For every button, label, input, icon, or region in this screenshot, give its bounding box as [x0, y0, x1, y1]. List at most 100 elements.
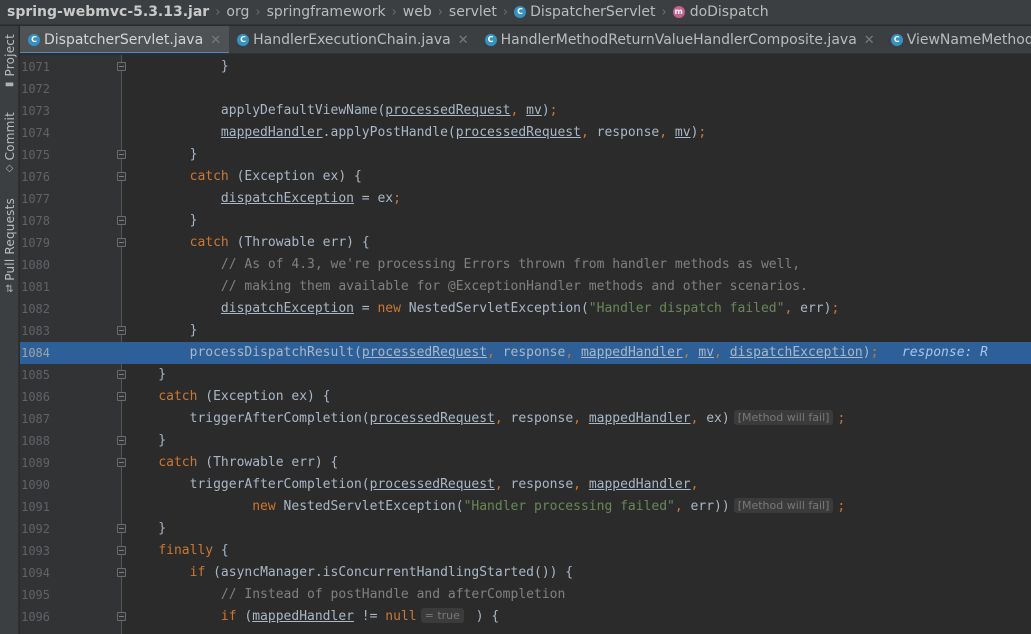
code-line[interactable]: 1080 // As of 4.3, we're processing Erro…: [20, 254, 1031, 276]
code-line[interactable]: 1096 if (mappedHandler != null = true ) {: [20, 606, 1031, 628]
line-number[interactable]: 1081: [20, 276, 50, 298]
fold-marker-icon[interactable]: [117, 326, 126, 335]
breadcrumb-package-servlet[interactable]: servlet: [449, 4, 497, 20]
line-number[interactable]: 1089: [20, 452, 50, 474]
breadcrumb-package-springframework[interactable]: springframework: [267, 4, 386, 20]
line-number[interactable]: 1083: [20, 320, 50, 342]
code-line[interactable]: 1093 finally {: [20, 540, 1031, 562]
breadcrumb-package-org[interactable]: org: [226, 4, 249, 20]
fold-marker-icon[interactable]: [117, 524, 126, 533]
line-number[interactable]: 1077: [20, 188, 50, 210]
line-number[interactable]: 1074: [20, 122, 50, 144]
code-line[interactable]: 1071 }: [20, 56, 1031, 78]
line-number[interactable]: 1091: [20, 496, 50, 518]
fold-marker-icon[interactable]: [117, 568, 126, 577]
code-line[interactable]: 1085 }: [20, 364, 1031, 386]
tab-viewnamemethodreturnvaluehandler[interactable]: C ViewNameMethodReturnValueHandler.java …: [883, 26, 1031, 53]
code-text: }: [127, 367, 167, 382]
code-line[interactable]: 1078 }: [20, 210, 1031, 232]
fold-marker-icon[interactable]: [117, 172, 126, 181]
fold-marker-icon[interactable]: [117, 458, 126, 467]
code-line[interactable]: 1079 catch (Throwable err) {: [20, 232, 1031, 254]
close-icon[interactable]: ✕: [458, 33, 469, 48]
fold-marker-icon[interactable]: [117, 436, 126, 445]
breadcrumb-separator-icon: ›: [437, 4, 443, 20]
breadcrumb-package-web[interactable]: web: [403, 4, 432, 20]
line-number[interactable]: 1085: [20, 364, 50, 386]
tab-dispatcherservlet[interactable]: C DispatcherServlet.java ✕: [20, 26, 230, 53]
line-number[interactable]: 1080: [20, 254, 50, 276]
line-number[interactable]: 1088: [20, 430, 50, 452]
breadcrumb-separator-icon: ›: [502, 4, 509, 20]
line-number[interactable]: 1073: [20, 100, 50, 122]
line-number[interactable]: 1075: [20, 144, 50, 166]
tab-label: DispatcherServlet.java: [44, 32, 204, 48]
left-tool-window-bar: Project ▬ Commit ◇ Pull Requests ⇅: [0, 26, 19, 634]
code-line[interactable]: 1088 }: [20, 430, 1031, 452]
pull-requests-tool-tab[interactable]: Pull Requests ⇅: [0, 198, 19, 295]
code-text: }: [127, 147, 198, 162]
code-line[interactable]: 1082 dispatchException = new NestedServl…: [20, 298, 1031, 320]
execution-line[interactable]: 1084 processDispatchResult(processedRequ…: [20, 342, 1031, 364]
code-line[interactable]: 1073 applyDefaultViewName(processedReque…: [20, 100, 1031, 122]
code-line[interactable]: 1092 }: [20, 518, 1031, 540]
tab-handlermethodreturnvaluehandlercomposite[interactable]: C HandlerMethodReturnValueHandlerComposi…: [477, 26, 883, 53]
fold-marker-icon[interactable]: [117, 238, 126, 247]
line-number[interactable]: 1071: [20, 56, 50, 78]
line-number[interactable]: 1092: [20, 518, 50, 540]
project-tool-tab[interactable]: Project ▬: [0, 34, 19, 90]
code-line[interactable]: 1090 triggerAfterCompletion(processedReq…: [20, 474, 1031, 496]
fold-marker-icon[interactable]: [117, 370, 126, 379]
breadcrumb-class-label: DispatcherServlet: [530, 4, 656, 20]
fold-marker-icon[interactable]: [117, 546, 126, 555]
commit-tool-tab[interactable]: Commit ◇: [0, 112, 19, 174]
breadcrumb-class[interactable]: C DispatcherServlet: [514, 4, 655, 20]
line-number[interactable]: 1087: [20, 408, 50, 430]
line-number[interactable]: 1096: [20, 606, 50, 628]
line-number[interactable]: 1095: [20, 584, 50, 606]
line-number[interactable]: 1094: [20, 562, 50, 584]
code-text: // Instead of postHandle and afterComple…: [220, 587, 566, 602]
code-text: processDispatchResult(processedRequest, …: [127, 345, 988, 360]
code-line[interactable]: 1083 }: [20, 320, 1031, 342]
close-icon[interactable]: ✕: [864, 33, 875, 48]
tab-handlerexecutionchain[interactable]: C HandlerExecutionChain.java ✕: [229, 26, 477, 53]
fold-marker-icon[interactable]: [117, 216, 126, 225]
code-line[interactable]: 1089 catch (Throwable err) {: [20, 452, 1031, 474]
code-text: }: [127, 433, 167, 448]
code-line[interactable]: 1072: [20, 78, 1031, 100]
code-line[interactable]: 1091 new NestedServletException("Handler…: [20, 496, 1031, 518]
breadcrumb-method-label: doDispatch: [689, 4, 769, 20]
fold-marker-icon[interactable]: [117, 150, 126, 159]
inline-hint: [Method will fail]: [733, 410, 834, 425]
line-number[interactable]: 1078: [20, 210, 50, 232]
line-number[interactable]: 1084: [20, 342, 50, 364]
fold-marker-icon[interactable]: [117, 62, 126, 71]
line-number[interactable]: 1086: [20, 386, 50, 408]
code-line[interactable]: 1086 catch (Exception ex) {: [20, 386, 1031, 408]
line-number[interactable]: 1079: [20, 232, 50, 254]
code-line[interactable]: 1076 catch (Exception ex) {: [20, 166, 1031, 188]
project-tab-label: Project: [2, 34, 17, 77]
commit-icon: ◇: [5, 163, 14, 175]
breadcrumb-separator-icon: ›: [215, 4, 221, 20]
code-line[interactable]: 1075 }: [20, 144, 1031, 166]
code-text: finally {: [158, 543, 229, 558]
code-line[interactable]: 1081 // making them available for @Excep…: [20, 276, 1031, 298]
code-editor[interactable]: 1071 } 1072 1073 applyDefaultViewName(proc…: [20, 55, 1031, 634]
breadcrumb-jar[interactable]: spring-webmvc-5.3.13.jar: [7, 4, 209, 20]
code-line[interactable]: 1074 mappedHandler.applyPostHandle(proce…: [20, 122, 1031, 144]
close-icon[interactable]: ✕: [210, 33, 221, 48]
line-number[interactable]: 1082: [20, 298, 50, 320]
fold-marker-icon[interactable]: [117, 392, 126, 401]
code-line[interactable]: 1095 // Instead of postHandle and afterC…: [20, 584, 1031, 606]
fold-marker-icon[interactable]: [117, 612, 126, 621]
line-number[interactable]: 1090: [20, 474, 50, 496]
breadcrumb-method[interactable]: m doDispatch: [672, 4, 769, 20]
line-number[interactable]: 1076: [20, 166, 50, 188]
line-number[interactable]: 1093: [20, 540, 50, 562]
line-number[interactable]: 1072: [20, 78, 50, 100]
code-line[interactable]: 1094 if (asyncManager.isConcurrentHandli…: [20, 562, 1031, 584]
code-line[interactable]: 1087 triggerAfterCompletion(processedReq…: [20, 408, 1031, 430]
code-line[interactable]: 1077 dispatchException = ex;: [20, 188, 1031, 210]
